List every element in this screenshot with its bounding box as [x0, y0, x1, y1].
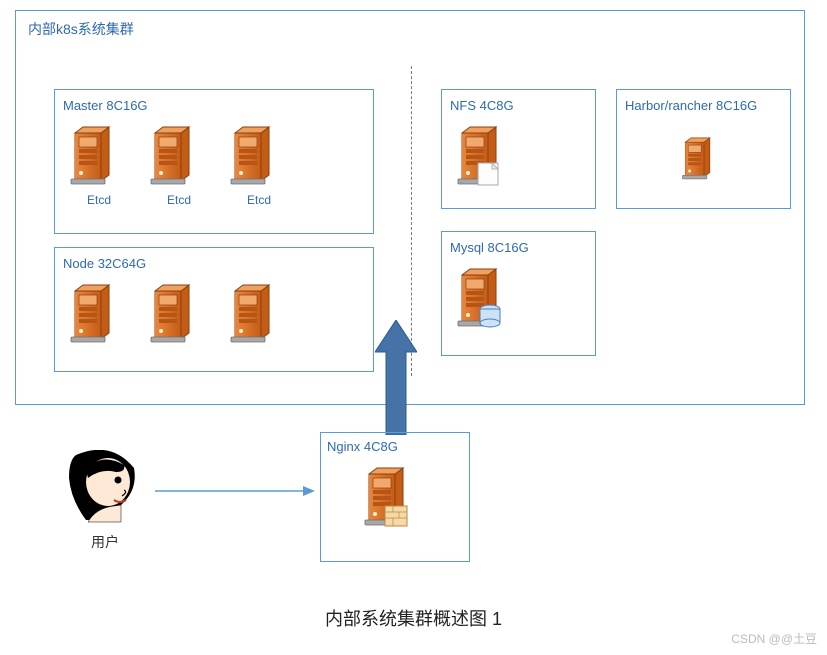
mysql-server	[456, 265, 516, 335]
master-server-2: Etcd	[149, 123, 209, 207]
watermark: CSDN @@土豆	[731, 630, 817, 647]
arrow-right-icon	[155, 485, 315, 497]
file-server-icon	[456, 123, 516, 193]
arrow-up-icon	[375, 320, 417, 435]
mysql-title: Mysql 8C16G	[450, 240, 587, 255]
user: 用户	[60, 450, 150, 552]
server-icon	[69, 281, 129, 347]
nginx-group: Nginx 4C8G	[320, 432, 470, 562]
server-icon	[229, 281, 289, 347]
server-icon	[69, 123, 129, 189]
cluster-title: 内部k8s系统集群	[16, 11, 804, 47]
nfs-server	[456, 123, 516, 193]
etcd-label: Etcd	[167, 193, 191, 207]
harbor-server	[681, 135, 727, 187]
node-server-1	[69, 281, 129, 347]
nfs-title: NFS 4C8G	[450, 98, 587, 113]
etcd-label: Etcd	[247, 193, 271, 207]
master-server-3: Etcd	[229, 123, 289, 207]
server-icon	[229, 123, 289, 189]
user-label: 用户	[60, 532, 150, 552]
mysql-group: Mysql 8C16G	[441, 231, 596, 356]
harbor-group: Harbor/rancher 8C16G	[616, 89, 791, 209]
server-icon	[681, 135, 727, 187]
master-group: Master 8C16G Etcd Etcd Etcd	[54, 89, 374, 234]
master-server-1: Etcd	[69, 123, 129, 207]
diagram-caption: 内部系统集群概述图 1	[0, 605, 827, 631]
node-group: Node 32C64G	[54, 247, 374, 372]
db-server-icon	[456, 265, 516, 335]
nginx-server	[363, 464, 427, 538]
node-server-2	[149, 281, 209, 347]
user-icon	[66, 450, 144, 525]
harbor-title: Harbor/rancher 8C16G	[625, 98, 782, 113]
nginx-title: Nginx 4C8G	[327, 439, 463, 454]
etcd-label: Etcd	[87, 193, 111, 207]
node-server-3	[229, 281, 289, 347]
web-server-icon	[363, 464, 427, 538]
node-title: Node 32C64G	[63, 256, 365, 271]
server-icon	[149, 281, 209, 347]
nfs-group: NFS 4C8G	[441, 89, 596, 209]
server-icon	[149, 123, 209, 189]
master-title: Master 8C16G	[63, 98, 365, 113]
